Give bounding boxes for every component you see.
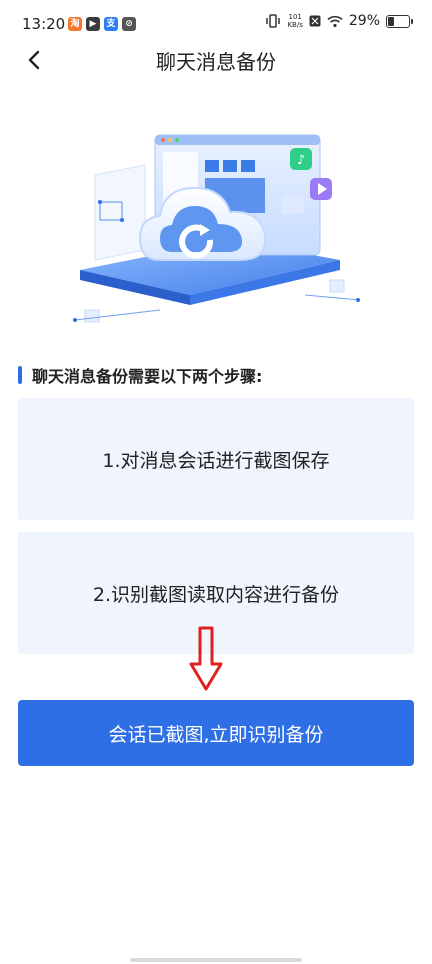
page-title: 聊天消息备份 (156, 50, 276, 74)
section-accent-bar (18, 366, 22, 384)
nfc-icon (309, 15, 321, 27)
battery-icon (386, 14, 413, 28)
battery-percent: 29% (348, 13, 380, 29)
cloud-backup-illustration: ♪ (73, 134, 361, 323)
step-1-text: 1.对消息会话进行截图保存 (102, 449, 330, 472)
network-speed-unit: KB/s (287, 21, 303, 29)
identify-backup-button[interactable]: 会话已截图,立即识别备份 (18, 700, 414, 766)
vibrate-icon (266, 14, 281, 28)
status-app-icons: 淘 ▶ 支 ⊘ (68, 17, 136, 31)
header: 聊天消息备份 (0, 38, 432, 82)
network-speed: 101 KB/s (287, 13, 302, 29)
screen: 13:20 淘 ▶ 支 ⊘ 101 KB/s 29% 聊天消息备份 ♪ 聊天消息… (0, 0, 432, 964)
network-speed-value: 101 (288, 13, 302, 21)
alipay-app-icon: 支 (104, 17, 118, 31)
video-app-icon: ▶ (86, 17, 100, 31)
status-right: 101 KB/s 29% (265, 13, 413, 29)
home-indicator[interactable] (130, 958, 302, 962)
other-app-icon: ⊘ (122, 17, 136, 31)
step-card-1: 1.对消息会话进行截图保存 (18, 398, 414, 520)
status-time: 13:20 (22, 15, 66, 33)
taobao-app-icon: 淘 (68, 17, 82, 31)
section-heading: 聊天消息备份需要以下两个步骤: (18, 364, 262, 386)
wifi-icon (327, 15, 343, 27)
step-2-text: 2.识别截图读取内容进行备份 (92, 583, 340, 606)
svg-text:♪: ♪ (297, 153, 305, 168)
section-heading-text: 聊天消息备份需要以下两个步骤: (32, 367, 263, 386)
down-arrow-icon (189, 626, 223, 691)
